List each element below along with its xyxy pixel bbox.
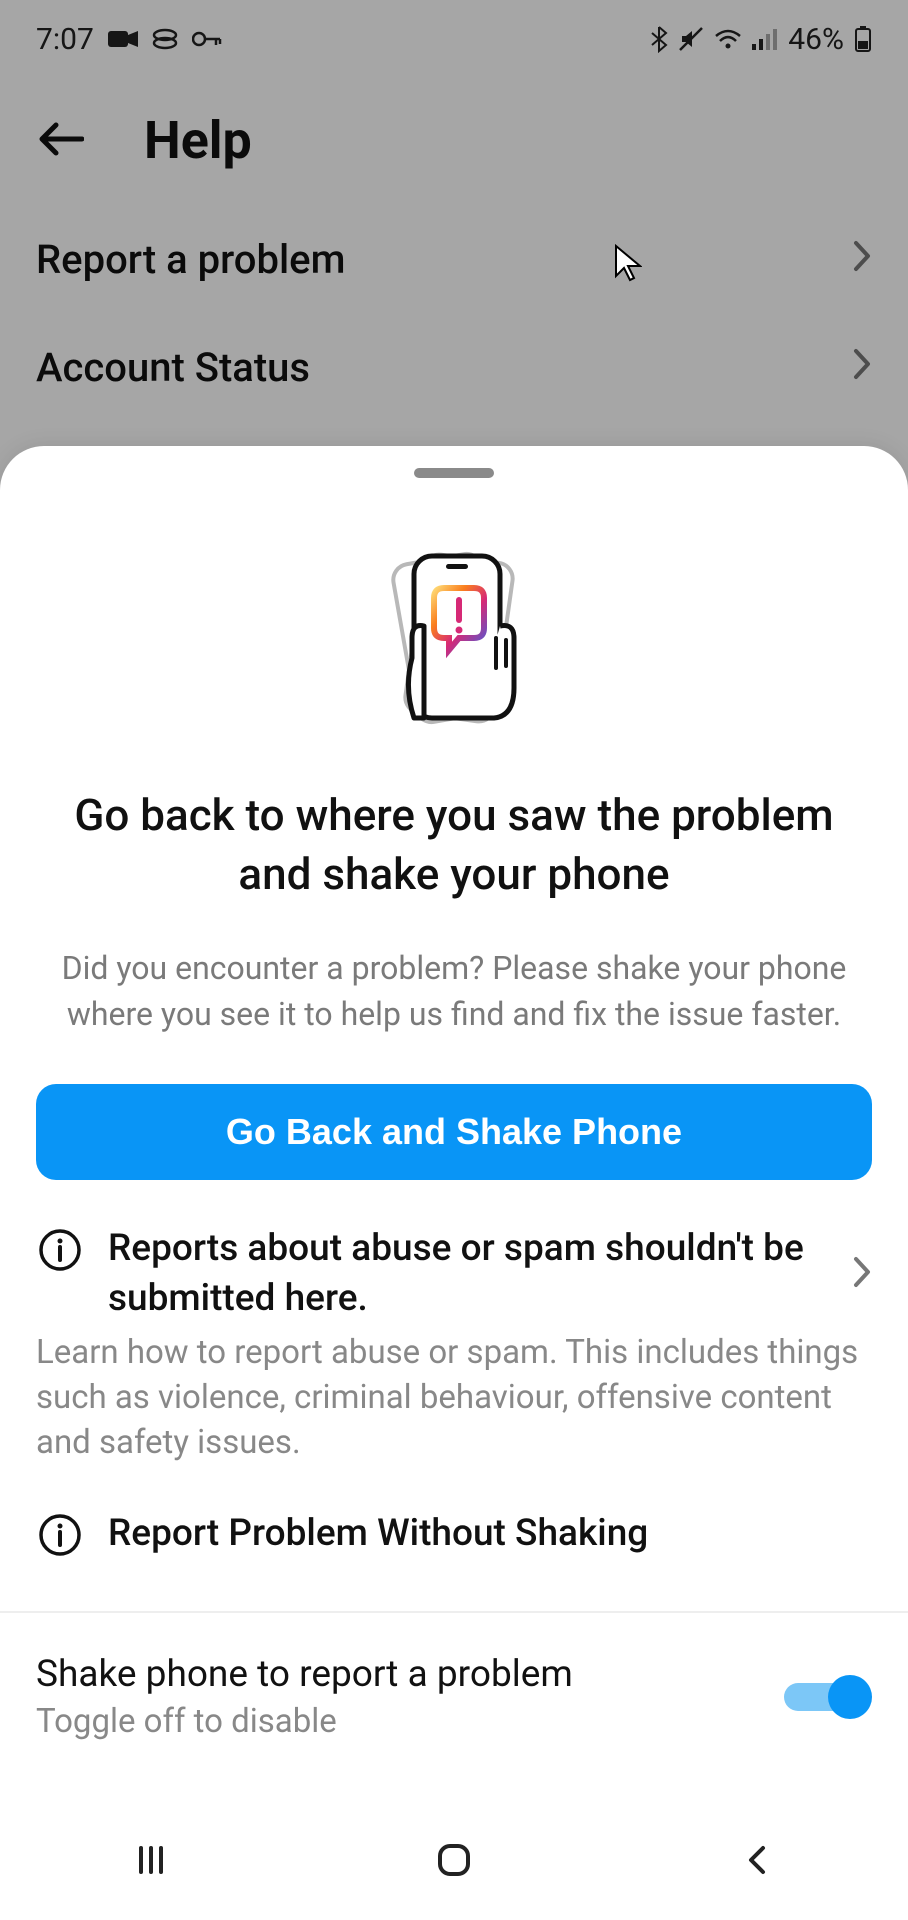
sheet-title: Go back to where you saw the problem and…	[0, 786, 908, 905]
abuse-info-title: Reports about abuse or spam shouldn't be…	[108, 1224, 828, 1324]
abuse-report-info-row[interactable]: Reports about abuse or spam shouldn't be…	[0, 1224, 908, 1324]
report-problem-sheet: Go back to where you saw the problem and…	[0, 446, 908, 1920]
nav-recent-button[interactable]	[121, 1830, 181, 1890]
cursor-icon	[614, 244, 642, 286]
info-icon	[36, 1224, 84, 1272]
drag-handle[interactable]	[414, 468, 494, 478]
info-icon	[36, 1509, 84, 1557]
android-nav-bar	[0, 1800, 908, 1920]
divider	[0, 1611, 908, 1613]
shake-toggle-row: Shake phone to report a problem Toggle o…	[0, 1653, 908, 1741]
shake-phone-illustration	[0, 538, 908, 738]
sheet-subtitle: Did you encounter a problem? Please shak…	[0, 945, 908, 1038]
go-back-and-shake-button[interactable]: Go Back and Shake Phone	[36, 1084, 872, 1180]
nav-back-button[interactable]	[727, 1830, 787, 1890]
report-without-shaking-row[interactable]: Report Problem Without Shaking	[0, 1509, 908, 1557]
chevron-right-icon	[852, 1255, 872, 1293]
toggle-title: Shake phone to report a problem	[36, 1653, 573, 1696]
report-without-shaking-label: Report Problem Without Shaking	[108, 1512, 648, 1555]
abuse-info-desc: Learn how to report abuse or spam. This …	[0, 1323, 908, 1465]
shake-toggle-switch[interactable]	[784, 1675, 872, 1719]
toggle-subtitle: Toggle off to disable	[36, 1702, 573, 1741]
button-label: Go Back and Shake Phone	[226, 1111, 682, 1153]
nav-home-button[interactable]	[424, 1830, 484, 1890]
